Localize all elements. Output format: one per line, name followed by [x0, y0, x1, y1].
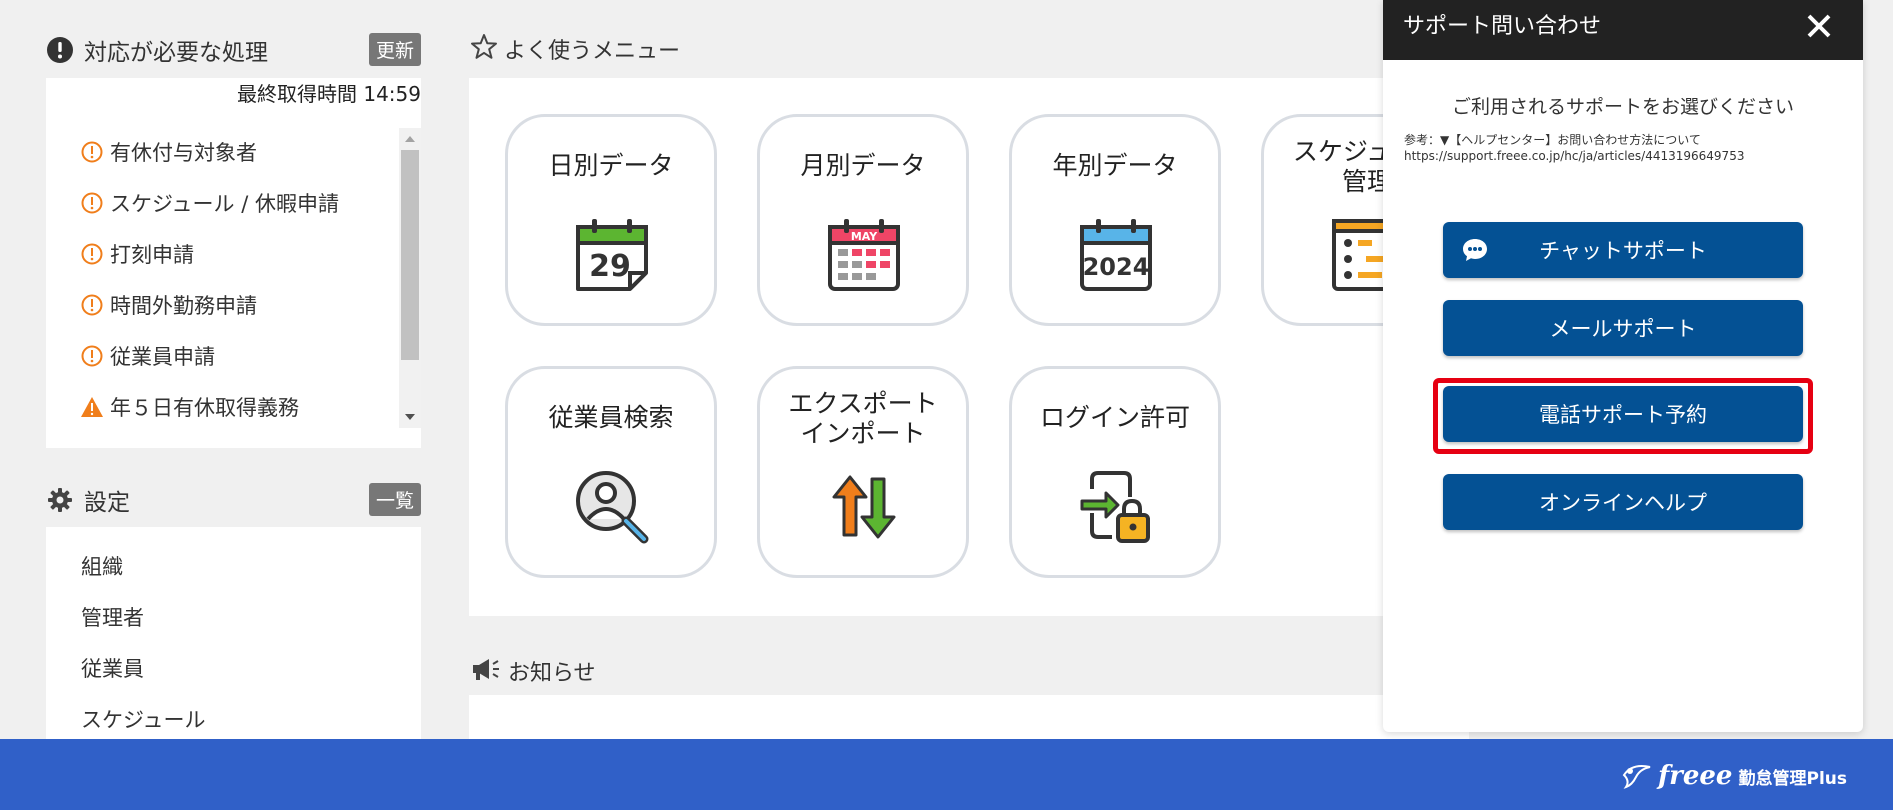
last-fetch: 最終取得時間 14:59: [237, 78, 421, 107]
mail-support-button[interactable]: メールサポート: [1443, 300, 1803, 356]
brand-name: freee: [1657, 761, 1733, 791]
alert-scrollbar[interactable]: [399, 128, 421, 428]
alert-item[interactable]: 有休付与対象者: [80, 126, 420, 177]
phone-support-label: 電話サポート予約: [1539, 403, 1707, 427]
scroll-up-arrow-icon[interactable]: [405, 136, 415, 142]
tile-monthly-data[interactable]: 月別データ MAY: [757, 114, 969, 326]
exclamation-circle-icon: [80, 293, 104, 317]
last-fetch-time: 14:59: [363, 82, 421, 106]
support-modal: サポート問い合わせ ご利用されるサポートをお選びください 参考：▼【ヘルプセンタ…: [1383, 0, 1863, 732]
settings-item-employee[interactable]: 従業員: [81, 653, 144, 683]
news-title: お知らせ: [508, 661, 596, 686]
product-name: 勤怠管理Plus: [1738, 768, 1847, 789]
alert-item-label: 時間外勤務申請: [110, 293, 257, 318]
tile-login-permission[interactable]: ログイン許可: [1009, 366, 1221, 578]
exclamation-circle-icon: [80, 344, 104, 368]
phone-support-button[interactable]: 電話サポート予約: [1443, 386, 1803, 442]
mail-support-label: メールサポート: [1549, 317, 1697, 341]
news-header: お知らせ: [470, 655, 596, 687]
refresh-button[interactable]: 更新: [368, 33, 421, 66]
brand-logo: freee 勤怠管理Plus: [1622, 759, 1847, 793]
alert-item[interactable]: 打刻申請: [80, 228, 420, 279]
gear-icon: [46, 486, 74, 514]
menu-header: よく使うメニュー: [470, 33, 680, 65]
modal-title: サポート問い合わせ: [1403, 14, 1602, 39]
alert-item-label: 有休付与対象者: [110, 140, 257, 165]
online-help-label: オンラインヘルプ: [1539, 491, 1707, 515]
modal-header: サポート問い合わせ: [1383, 0, 1863, 60]
tile-yearly-data[interactable]: 年別データ 2024: [1009, 114, 1221, 326]
tile-employee-search[interactable]: 従業員検索: [505, 366, 717, 578]
note-line: 参考：▼【ヘルプセンター】お問い合わせ方法について: [1404, 133, 1701, 147]
exclamation-circle-icon: [80, 191, 104, 215]
tile-label: 月別データ: [800, 151, 926, 180]
star-icon: [470, 33, 498, 65]
exclamation-circle-icon: [46, 36, 74, 64]
megaphone-icon: [470, 656, 500, 686]
menu-panel: 日別データ 29 月別データ MAY 年別データ 2024 スケジュール 管理 …: [469, 78, 1473, 616]
modal-note: 参考：▼【ヘルプセンター】お問い合わせ方法について https://suppor…: [1404, 132, 1744, 164]
alerts-header: 対応が必要な処理 更新: [46, 30, 421, 70]
alert-item[interactable]: スケジュール / 休暇申請: [80, 177, 420, 228]
alert-item-label: スケジュール / 休暇申請: [110, 191, 339, 216]
chat-support-button[interactable]: チャットサポート: [1443, 222, 1803, 278]
tile-label: 日別データ: [548, 151, 674, 180]
footer: freee 勤怠管理Plus: [0, 739, 1893, 810]
modal-prompt: ご利用されるサポートをお選びください: [1451, 96, 1794, 118]
last-fetch-label: 最終取得時間: [237, 82, 357, 106]
alert-item[interactable]: 従業員申請: [80, 330, 420, 381]
calendar-month-label: MAY: [851, 230, 878, 243]
calendar-year-number: 2024: [1083, 253, 1150, 281]
settings-item-organization[interactable]: 組織: [81, 551, 123, 581]
settings-item-admin[interactable]: 管理者: [81, 602, 144, 632]
alerts-title: 対応が必要な処理: [84, 40, 268, 66]
exclamation-circle-icon: [80, 140, 104, 164]
settings-item-schedule[interactable]: スケジュール: [81, 704, 206, 734]
chat-bubble-icon: [1461, 236, 1489, 269]
alert-item-label: 従業員申請: [110, 344, 215, 369]
tile-export-import[interactable]: エクスポート インポート: [757, 366, 969, 578]
bird-logo-icon: [1622, 759, 1652, 793]
alert-item[interactable]: 時間外勤務申請: [80, 279, 420, 330]
yearly-calendar-icon: 2024: [1080, 219, 1152, 291]
alert-item-label: 年５日有休取得義務: [110, 395, 299, 420]
online-help-button[interactable]: オンラインヘルプ: [1443, 474, 1803, 530]
settings-list-button[interactable]: 一覧: [368, 483, 421, 516]
tile-label: 年別データ: [1052, 151, 1178, 180]
warning-triangle-icon: [80, 395, 104, 419]
alert-list: 有休付与対象者 スケジュール / 休暇申請 打刻申請 時間外勤務申請 従業員申請…: [80, 126, 420, 432]
alert-item-label: 打刻申請: [110, 242, 194, 267]
menu-title: よく使うメニュー: [504, 39, 681, 64]
monthly-calendar-icon: MAY: [828, 219, 900, 291]
tile-daily-data[interactable]: 日別データ 29: [505, 114, 717, 326]
alerts-panel: 最終取得時間 14:59 有休付与対象者 スケジュール / 休暇申請 打刻申請 …: [46, 78, 421, 448]
close-icon[interactable]: [1803, 10, 1835, 42]
tile-label: エクスポート インポート: [788, 389, 938, 448]
help-article-link[interactable]: https://support.freee.co.jp/hc/ja/articl…: [1404, 148, 1744, 164]
chat-support-label: チャットサポート: [1539, 239, 1707, 263]
scrollbar-thumb[interactable]: [401, 150, 419, 360]
login-permission-icon: [1080, 471, 1150, 543]
calendar-day-number: 29: [589, 249, 631, 284]
scroll-down-arrow-icon[interactable]: [405, 414, 415, 420]
settings-header: 設定 一覧: [46, 480, 421, 520]
tile-label: 従業員検索: [548, 403, 674, 432]
alert-item[interactable]: 年５日有休取得義務: [80, 381, 420, 432]
employee-search-icon: [576, 471, 649, 544]
daily-calendar-icon: 29: [576, 219, 648, 291]
export-import-icon: [832, 475, 896, 539]
exclamation-circle-icon: [80, 242, 104, 266]
tile-label: ログイン許可: [1039, 403, 1190, 432]
settings-title: 設定: [84, 490, 130, 516]
